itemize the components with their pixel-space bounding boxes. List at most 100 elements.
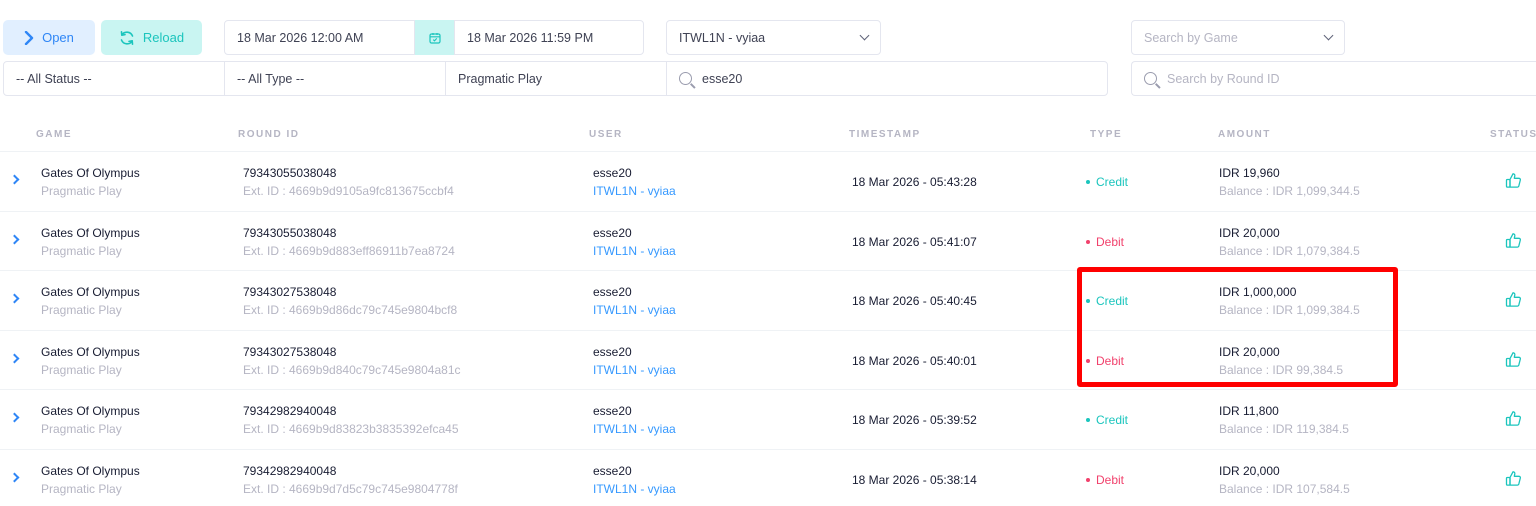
timestamp: 18 Mar 2026 - 05:41:07 [852,234,977,249]
user-cell: esse20 ITWL1N - vyiaa [593,285,676,317]
round-search-input[interactable]: Search by Round ID [1131,61,1536,96]
type-filter[interactable]: -- All Type -- [224,61,446,96]
type-label: Debit [1096,472,1125,487]
game-provider: Pragmatic Play [41,184,122,198]
header-user: USER [589,129,623,140]
calendar-button[interactable] [415,20,454,55]
agent-link[interactable]: ITWL1N - vyiaa [593,422,676,436]
search-icon [679,72,692,85]
round-id: 79343055038048 [243,225,337,240]
expand-chevron-icon[interactable] [9,353,20,363]
type-dot [1086,418,1090,422]
user-cell: esse20 ITWL1N - vyiaa [593,345,676,377]
round-cell: 79343055038048 Ext. ID : 4669b9d883eff869… [243,226,455,258]
table-row[interactable]: Gates Of Olympus Pragmatic Play 7934302753… [0,271,1536,331]
table-row[interactable]: Gates Of Olympus Pragmatic Play 7934305503… [0,152,1536,212]
game-name: Gates Of Olympus [41,463,140,478]
username: esse20 [593,285,632,299]
amount-cell: IDR 19,960 Balance : IDR 1,099,344.5 [1219,166,1360,198]
game-search-placeholder: Search by Game [1144,30,1238,45]
agent-link[interactable]: ITWL1N - vyiaa [593,482,676,496]
game-cell: Gates Of Olympus Pragmatic Play [41,226,140,258]
game-cell: Gates Of Olympus Pragmatic Play [41,404,140,436]
amount-cell: IDR 20,000 Balance : IDR 99,384.5 [1219,345,1343,377]
ext-id: Ext. ID : 4669b9d840c79c745e9804a81c [243,362,461,377]
game-name: Gates Of Olympus [41,225,140,240]
type-badge: Debit [1086,354,1124,368]
amount-cell: IDR 1,000,000 Balance : IDR 1,099,384.5 [1219,285,1360,317]
user-cell: esse20 ITWL1N - vyiaa [593,464,676,496]
ext-id: Ext. ID : 4669b9d9105a9fc813675ccbf4 [243,184,454,198]
header-game: GAME [36,129,72,140]
agent-link[interactable]: ITWL1N - vyiaa [593,244,676,258]
table-row[interactable]: Gates Of Olympus Pragmatic Play 7934298294… [0,390,1536,450]
amount: IDR 20,000 [1219,344,1280,359]
expand-chevron-icon[interactable] [9,472,20,482]
timestamp: 18 Mar 2026 - 05:39:52 [852,413,977,427]
ext-id: Ext. ID : 4669b9d83823b3835392efca45 [243,422,459,436]
amount-cell: IDR 11,800 Balance : IDR 119,384.5 [1219,404,1349,436]
balance: Balance : IDR 119,384.5 [1219,422,1349,436]
user-search-input[interactable]: esse20 [666,61,1108,96]
expand-chevron-icon[interactable] [9,174,20,185]
provider-filter[interactable]: Pragmatic Play [445,61,667,96]
amount: IDR 11,800 [1219,404,1279,418]
game-provider: Pragmatic Play [41,243,122,258]
header-amount: AMOUNT [1218,129,1271,140]
type-filter-value: -- All Type -- [237,71,305,86]
agent-link[interactable]: ITWL1N - vyiaa [593,303,676,317]
round-cell: 79342982940048 Ext. ID : 4669b9d7d5c79c74… [243,464,458,496]
ext-id: Ext. ID : 4669b9d86dc79c745e9804bcf8 [243,303,458,317]
agent-select[interactable]: ITWL1N - vyiaa [666,20,881,55]
open-button[interactable]: Open [3,20,95,55]
reload-button-label: Reload [142,30,185,45]
round-id: 79342982940048 [243,404,337,418]
timestamp-cell: 18 Mar 2026 - 05:43:28 [852,175,977,189]
thumbs-up-icon [1505,411,1522,426]
round-id: 79342982940048 [243,463,337,478]
type-badge: Credit [1086,175,1128,189]
status-filter[interactable]: -- All Status -- [3,61,225,96]
date-start-value: 18 Mar 2026 12:00 AM [237,30,364,45]
game-cell: Gates Of Olympus Pragmatic Play [41,285,140,317]
date-start-input[interactable]: 18 Mar 2026 12:00 AM [224,20,415,55]
table-row[interactable]: Gates Of Olympus Pragmatic Play 7934305503… [0,212,1536,271]
agent-link[interactable]: ITWL1N - vyiaa [593,363,676,377]
expand-chevron-icon[interactable] [9,412,20,423]
balance: Balance : IDR 107,584.5 [1219,481,1350,496]
game-name: Gates Of Olympus [41,285,140,299]
transactions-table: GAME ROUND ID USER TIMESTAMP TYPE AMOUNT… [0,118,1536,506]
header-type: TYPE [1090,129,1123,140]
game-search-select[interactable]: Search by Game [1131,20,1345,55]
type-badge: Debit [1086,235,1124,249]
round-cell: 79342982940048 Ext. ID : 4669b9d83823b383… [243,404,459,436]
timestamp: 18 Mar 2026 - 05:40:45 [852,294,977,308]
username: esse20 [593,463,632,478]
type-dot [1086,299,1090,303]
amount: IDR 20,000 [1219,463,1280,478]
thumbs-up-icon [1505,351,1522,367]
type-label: Credit [1096,413,1129,427]
table-row[interactable]: Gates Of Olympus Pragmatic Play 7934298294… [0,450,1536,506]
user-search-value: esse20 [702,71,743,86]
table-row[interactable]: Gates Of Olympus Pragmatic Play 7934302753… [0,331,1536,390]
header-status: STATUS [1490,129,1536,140]
ext-id: Ext. ID : 4669b9d883eff86911b7ea8724 [243,243,455,258]
thumbs-up-icon [1505,232,1522,248]
agent-link[interactable]: ITWL1N - vyiaa [593,184,676,198]
expand-chevron-icon[interactable] [9,234,20,244]
type-badge: Credit [1086,413,1128,427]
round-search-placeholder: Search by Round ID [1167,71,1280,86]
user-cell: esse20 ITWL1N - vyiaa [593,226,676,258]
amount-cell: IDR 20,000 Balance : IDR 1,079,384.5 [1219,226,1360,258]
round-cell: 79343055038048 Ext. ID : 4669b9d9105a9fc8… [243,166,454,198]
thumbs-up-icon [1505,470,1522,486]
game-provider: Pragmatic Play [41,362,122,377]
reload-button[interactable]: Reload [101,20,202,55]
expand-chevron-icon[interactable] [9,293,20,304]
status-filter-value: -- All Status -- [16,71,92,86]
date-end-input[interactable]: 18 Mar 2026 11:59 PM [454,20,644,55]
username: esse20 [593,166,632,180]
round-id: 79343027538048 [243,285,337,299]
table-header: GAME ROUND ID USER TIMESTAMP TYPE AMOUNT… [0,118,1536,152]
